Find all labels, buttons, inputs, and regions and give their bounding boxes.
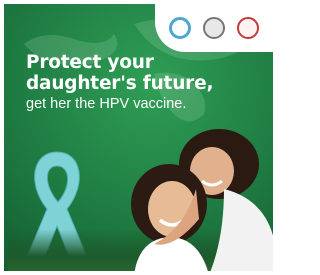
headline-line-1: Protect your	[26, 52, 154, 73]
mother-daughter-photo	[131, 129, 273, 271]
medical-association-logo	[237, 17, 259, 39]
headline: Protect your daughter's future,	[26, 52, 213, 94]
headline-line-2: daughter's future,	[26, 73, 214, 94]
advertisement-banner: Protect your daughter's future, get her …	[0, 0, 277, 275]
subheadline: get her the HPV vaccine.	[26, 96, 187, 112]
partner-logos-bar	[155, 4, 273, 52]
circular-emblem-logo	[169, 17, 191, 39]
government-seal-logo	[203, 17, 225, 39]
